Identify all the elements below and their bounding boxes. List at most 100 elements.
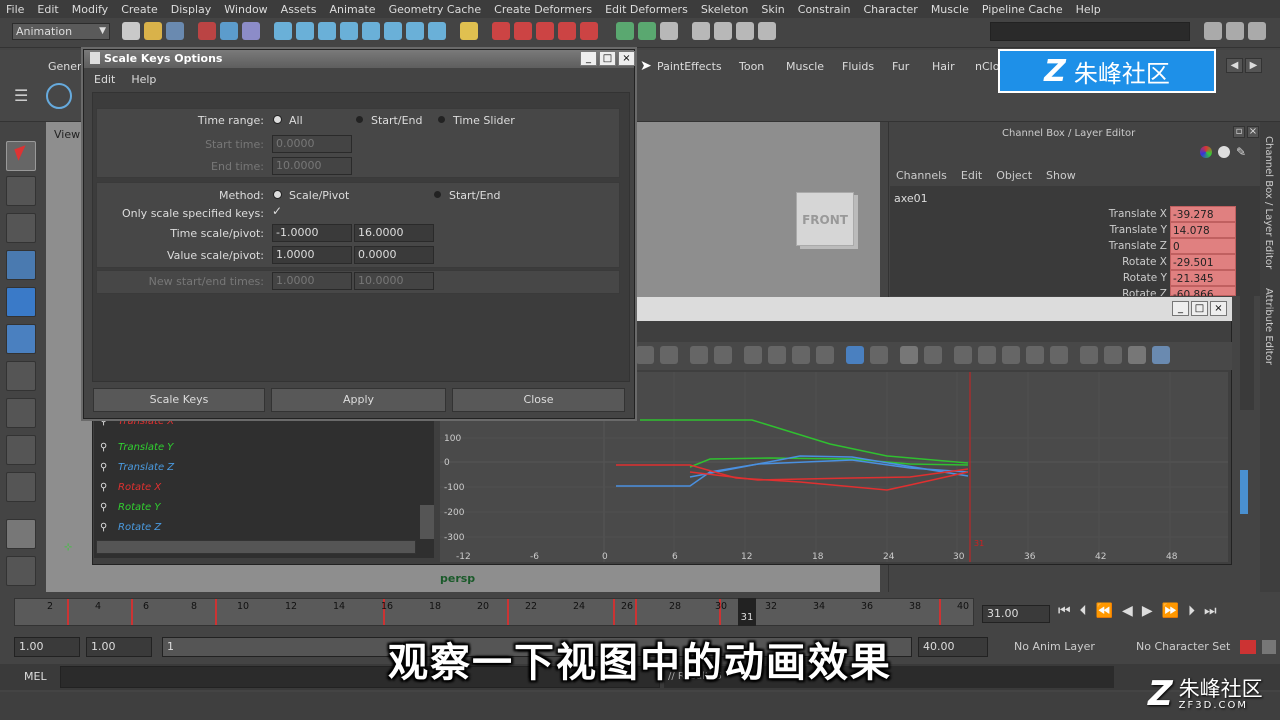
step-back-key-icon[interactable]: ⏪: [1096, 603, 1113, 619]
input-ops-icon[interactable]: [616, 22, 634, 40]
shelf-tab-fur[interactable]: Fur: [892, 58, 909, 76]
list-item[interactable]: ⚲ Rotate Z: [100, 520, 420, 540]
menu-modify[interactable]: Modify: [72, 3, 108, 16]
step-back-frame-icon[interactable]: ⏴: [1080, 603, 1087, 619]
channel-value[interactable]: -21.345: [1170, 270, 1236, 286]
unify-tangent-icon[interactable]: [924, 346, 942, 364]
channel-row[interactable]: Translate Y 14.078: [1040, 222, 1240, 238]
snap-view-icon[interactable]: [558, 22, 576, 40]
shelf-tab-ncloth[interactable]: nClo: [975, 58, 999, 76]
snap-curve-icon[interactable]: [514, 22, 532, 40]
select-object-icon[interactable]: [220, 22, 238, 40]
step-forward-frame-icon[interactable]: ⏵: [1188, 603, 1195, 619]
menu-help[interactable]: Help: [1076, 3, 1101, 16]
time-slider[interactable]: 2 4 6 8 10 12 14 16 18 20 22 24 26 28 30…: [14, 598, 974, 626]
move-tool-icon[interactable]: [6, 250, 36, 280]
construction-history-icon[interactable]: [660, 22, 678, 40]
snap-point-icon[interactable]: [536, 22, 554, 40]
channel-value[interactable]: -29.501: [1170, 254, 1236, 270]
channel-row[interactable]: Translate Z0: [1040, 238, 1240, 254]
menu-file[interactable]: File: [6, 3, 24, 16]
radio-time-range-all[interactable]: All: [274, 114, 303, 127]
shelf-tab-painteffects[interactable]: PaintEffects: [657, 58, 722, 76]
shelf-tab-toon[interactable]: Toon: [739, 58, 764, 76]
select-joints-icon[interactable]: [296, 22, 314, 40]
channel-row[interactable]: Translate X -39.278: [1040, 206, 1240, 222]
color-wheel-icon[interactable]: [1200, 146, 1212, 158]
make-live-icon[interactable]: [580, 22, 598, 40]
close-icon[interactable]: ×: [1247, 126, 1259, 138]
curve-rotate-x[interactable]: [689, 468, 969, 481]
manipulator-tool-icon[interactable]: [6, 361, 36, 391]
trax-editor-icon[interactable]: [1152, 346, 1170, 364]
play-backward-icon[interactable]: ◀: [1122, 603, 1133, 619]
menu-character[interactable]: Character: [864, 3, 918, 16]
scale-tool-icon[interactable]: [6, 324, 36, 354]
current-frame-marker[interactable]: 31: [738, 598, 756, 626]
render-current-icon[interactable]: [714, 22, 732, 40]
select-tool-icon[interactable]: [6, 141, 36, 171]
linear-tangent-icon[interactable]: [792, 346, 810, 364]
channel-value[interactable]: 0: [1170, 238, 1236, 254]
select-handles-icon[interactable]: [274, 22, 292, 40]
select-component-icon[interactable]: [242, 22, 260, 40]
apply-button[interactable]: Apply: [271, 388, 446, 412]
ipr-render-icon[interactable]: [736, 22, 754, 40]
menu-geometry-cache[interactable]: Geometry Cache: [389, 3, 482, 16]
menu-animate[interactable]: Animate: [329, 3, 375, 16]
value-pivot-field[interactable]: 0.0000: [354, 246, 434, 264]
insert-keys-icon[interactable]: [660, 346, 678, 364]
channel-value[interactable]: -39.278: [1170, 206, 1236, 222]
menu-skin[interactable]: Skin: [761, 3, 784, 16]
new-scene-icon[interactable]: [122, 22, 140, 40]
menu-muscle[interactable]: Muscle: [931, 3, 969, 16]
play-forward-icon[interactable]: ▶: [1142, 603, 1153, 619]
dialog-menu-help[interactable]: Help: [131, 73, 156, 86]
layout-single-pane-icon[interactable]: [6, 519, 36, 549]
viewport-menu-view[interactable]: View: [54, 128, 80, 141]
scale-keys-button[interactable]: Scale Keys: [93, 388, 265, 412]
select-dynamics-icon[interactable]: [384, 22, 402, 40]
menu-create[interactable]: Create: [121, 3, 158, 16]
menu-edit-deformers[interactable]: Edit Deformers: [605, 3, 688, 16]
select-rendering-icon[interactable]: [406, 22, 424, 40]
menu-window[interactable]: Window: [224, 3, 267, 16]
break-tangent-icon[interactable]: [900, 346, 918, 364]
go-to-end-icon[interactable]: ⏭: [1204, 603, 1217, 619]
list-item[interactable]: ⚲ Rotate X: [100, 480, 420, 500]
select-surfaces-icon[interactable]: [340, 22, 358, 40]
shelf-tab-hair[interactable]: Hair: [932, 58, 955, 76]
step-forward-key-icon[interactable]: ⏩: [1162, 603, 1179, 619]
channel-box-scrollbar[interactable]: [1240, 186, 1254, 410]
time-pivot-field[interactable]: 16.0000: [354, 224, 434, 242]
select-curves-icon[interactable]: [318, 22, 336, 40]
post-infinity-icon[interactable]: [1104, 346, 1122, 364]
select-hierarchy-icon[interactable]: [198, 22, 216, 40]
pre-infinity-icon[interactable]: [1080, 346, 1098, 364]
render-settings-icon[interactable]: [758, 22, 776, 40]
only-scale-checkbox[interactable]: ✓: [272, 204, 286, 218]
key-icon[interactable]: [1218, 146, 1230, 158]
minimize-icon[interactable]: _: [1172, 301, 1189, 316]
side-tab-channel-box[interactable]: Channel Box / Layer Editor: [1263, 136, 1274, 269]
radio-time-range-start-end[interactable]: Start/End: [356, 114, 422, 127]
selected-object-name[interactable]: axe01: [894, 192, 928, 205]
side-tab-attribute-editor[interactable]: Attribute Editor: [1263, 288, 1274, 365]
free-weight-icon[interactable]: [954, 346, 972, 364]
menu-skeleton[interactable]: Skeleton: [701, 3, 749, 16]
toggle-sidebar-icon[interactable]: [1204, 22, 1222, 40]
shelf-tab-fluids[interactable]: Fluids: [842, 58, 874, 76]
list-item[interactable]: ⚲ Translate Y: [100, 440, 420, 460]
time-scale-field[interactable]: -1.0000: [272, 224, 352, 242]
channel-value[interactable]: 14.078: [1170, 222, 1236, 238]
end-time-field[interactable]: 10.0000: [272, 157, 352, 175]
clamped-tangent-icon[interactable]: [768, 346, 786, 364]
save-scene-icon[interactable]: [166, 22, 184, 40]
menu-set-dropdown[interactable]: Animation ▼: [12, 23, 110, 40]
toggle-channelbox-icon[interactable]: [1226, 22, 1244, 40]
dope-sheet-icon[interactable]: [1128, 346, 1146, 364]
render-view-icon[interactable]: [692, 22, 710, 40]
new-end-field[interactable]: 10.0000: [354, 272, 434, 290]
menu-pipeline-cache[interactable]: Pipeline Cache: [982, 3, 1063, 16]
menu-display[interactable]: Display: [171, 3, 212, 16]
